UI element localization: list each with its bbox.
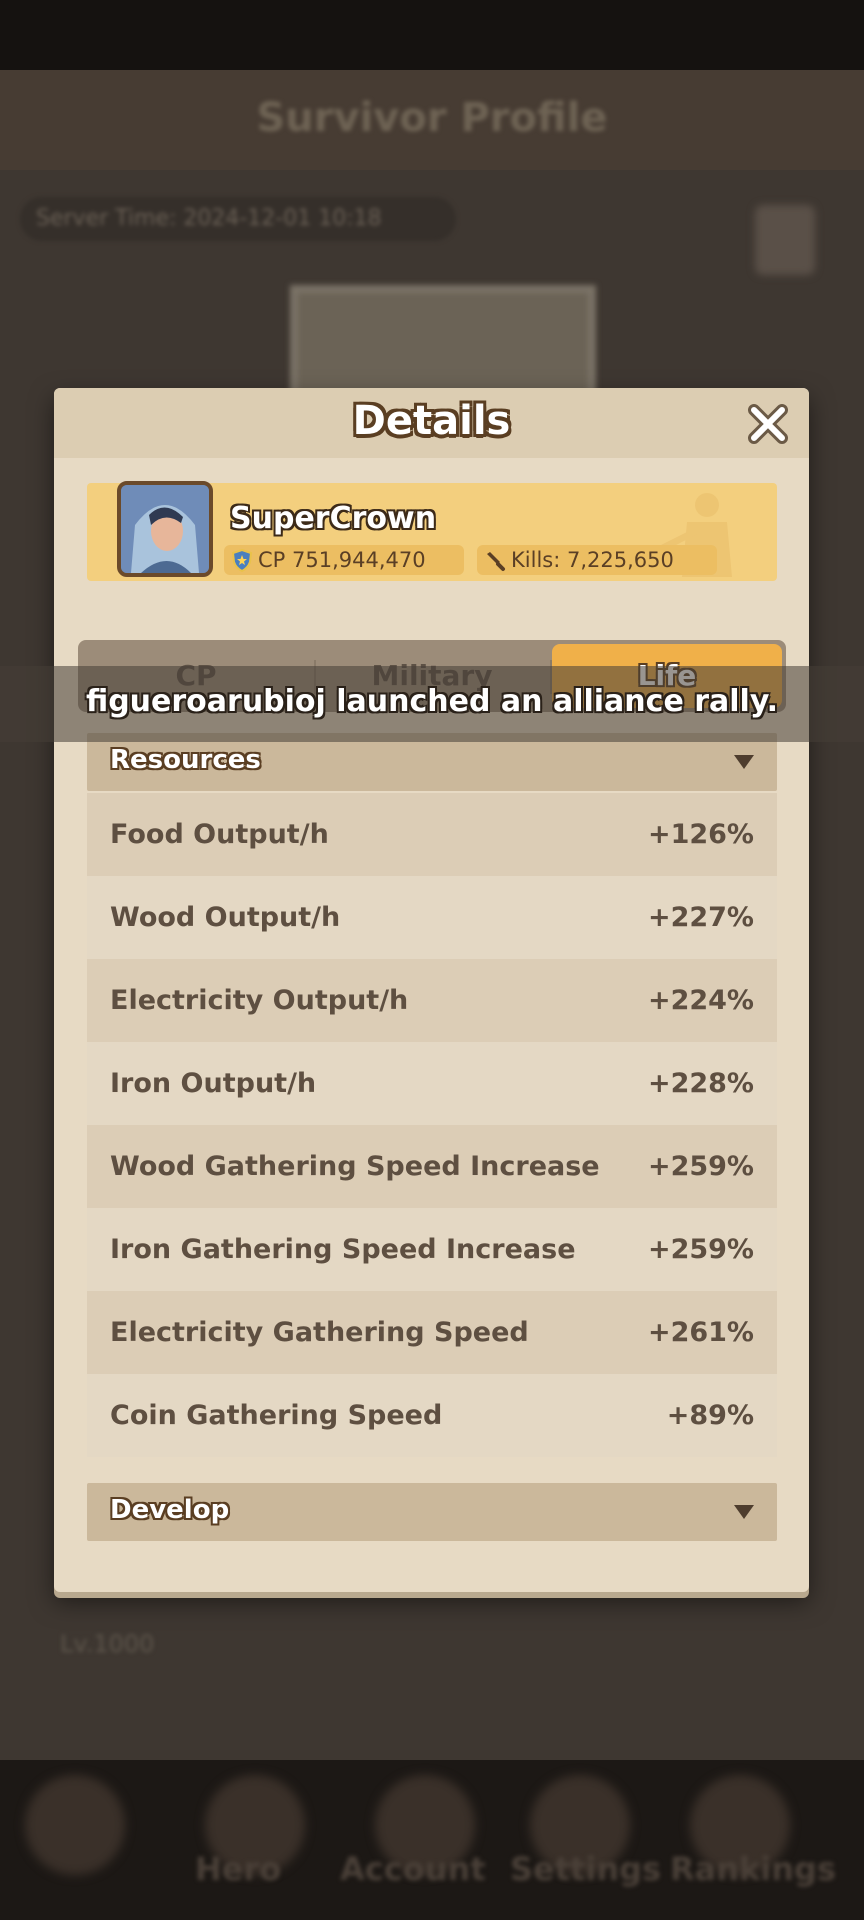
list-item: Electricity Gathering Speed +261%	[87, 1291, 777, 1374]
status-bar	[0, 0, 864, 70]
background-gear-icon	[755, 205, 815, 275]
kills-badge: Kills: 7,225,650	[477, 545, 717, 575]
stat-value: +228%	[647, 1068, 754, 1099]
list-item: Iron Gathering Speed Increase +259%	[87, 1208, 777, 1291]
list-item: Food Output/h +126%	[87, 793, 777, 876]
background-nav-label: Hero	[195, 1850, 282, 1888]
stat-label: Electricity Output/h	[110, 985, 409, 1016]
stat-value: +224%	[647, 985, 754, 1016]
toast-message: figueroarubioj launched an alliance rall…	[85, 684, 779, 719]
stat-label: Iron Output/h	[110, 1068, 317, 1099]
section-resources-title: Resources	[110, 745, 261, 775]
kills-text: Kills: 7,225,650	[511, 545, 674, 575]
stat-label: Wood Gathering Speed Increase	[110, 1151, 600, 1182]
chevron-down-icon	[734, 1505, 754, 1519]
stat-label: Wood Output/h	[110, 902, 341, 933]
stat-label: Electricity Gathering Speed	[110, 1317, 529, 1348]
background-server-time: Server Time: 2024-12-01 10:18	[20, 197, 456, 241]
stat-value: +126%	[647, 819, 754, 850]
background-nav-icon	[25, 1775, 125, 1875]
section-develop-header[interactable]: Develop	[87, 1483, 777, 1541]
cp-value: CP 751,944,470	[258, 548, 426, 572]
close-icon	[748, 404, 788, 444]
stat-label: Coin Gathering Speed	[110, 1400, 443, 1431]
details-modal: Details SuperCrown CP 751,944,470 Kills:…	[54, 388, 809, 1592]
stat-value: +261%	[647, 1317, 754, 1348]
profile-banner: SuperCrown CP 751,944,470 Kills: 7,225,6…	[87, 481, 777, 581]
background-nav-label: Settings	[510, 1850, 662, 1888]
shield-icon	[231, 548, 253, 572]
stat-value: +259%	[647, 1234, 754, 1265]
chevron-down-icon	[734, 755, 754, 769]
background-page-title: Survivor Profile	[256, 95, 608, 141]
stat-label: Iron Gathering Speed Increase	[110, 1234, 576, 1265]
stat-label: Food Output/h	[110, 819, 329, 850]
knife-icon	[487, 552, 505, 571]
player-name: SuperCrown	[230, 501, 437, 536]
modal-title: Details	[352, 398, 511, 444]
list-item: Coin Gathering Speed +89%	[87, 1374, 777, 1457]
stat-value: +259%	[647, 1151, 754, 1182]
list-item: Wood Gathering Speed Increase +259%	[87, 1125, 777, 1208]
kills-label: Kills:	[511, 548, 561, 572]
close-button[interactable]	[744, 400, 792, 448]
kills-value: 7,225,650	[566, 548, 674, 572]
list-item: Wood Output/h +227%	[87, 876, 777, 959]
toast-notification: figueroarubioj launched an alliance rall…	[0, 666, 864, 742]
background-chat-preview: Lv.1000	[60, 1630, 155, 1658]
stat-value: +227%	[647, 902, 754, 933]
background-nav-label: Rankings	[670, 1850, 836, 1888]
avatar-portrait	[121, 485, 209, 573]
background-nav-label: Account	[340, 1850, 486, 1888]
avatar[interactable]	[117, 481, 213, 577]
list-item: Electricity Output/h +224%	[87, 959, 777, 1042]
list-item: Iron Output/h +228%	[87, 1042, 777, 1125]
resources-list: Food Output/h +126% Wood Output/h +227% …	[87, 793, 777, 1457]
cp-badge: CP 751,944,470	[224, 545, 464, 575]
stat-value: +89%	[666, 1400, 754, 1431]
section-develop-title: Develop	[110, 1495, 230, 1525]
